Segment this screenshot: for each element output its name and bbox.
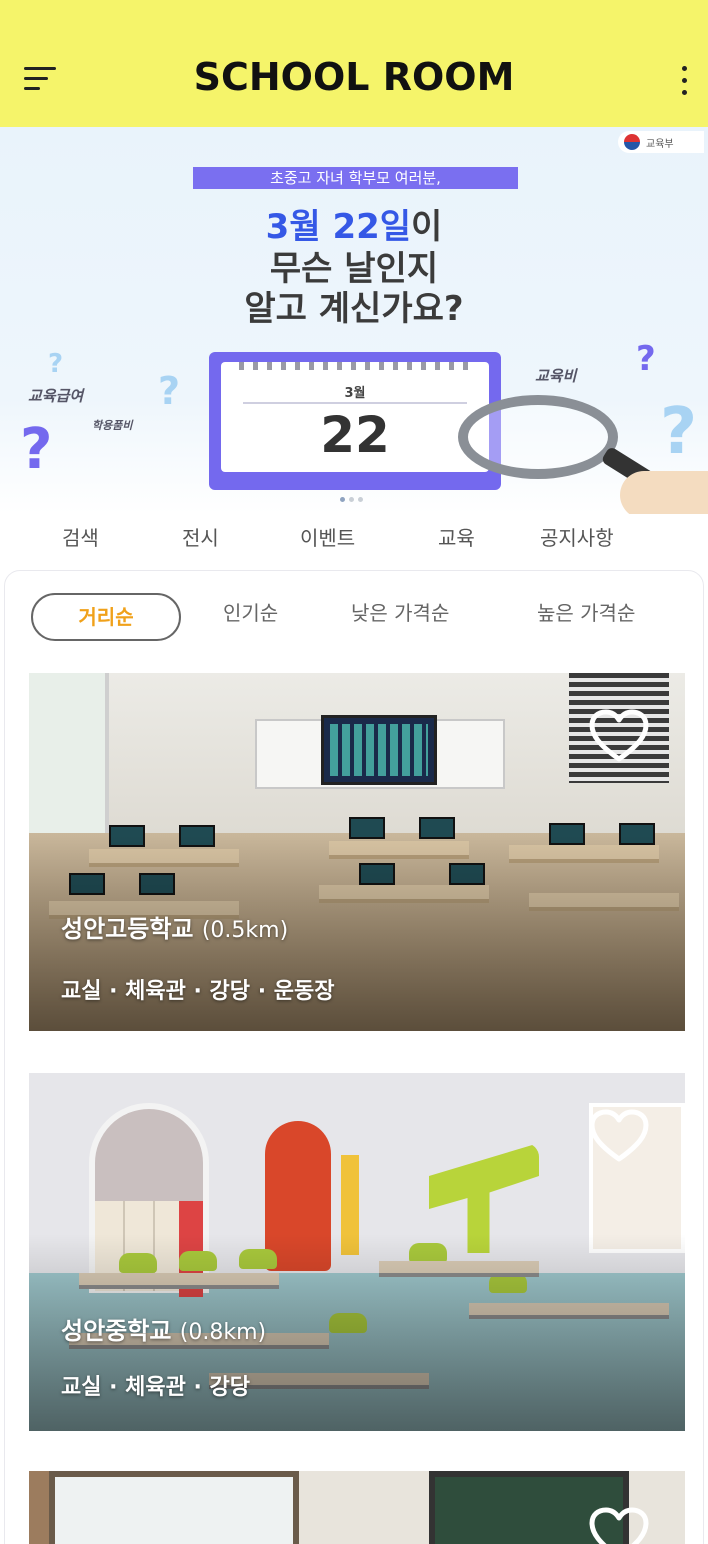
category-nav: 검색 전시 이벤트 교육 공지사항 [0,514,708,566]
school-name-text: 성안고등학교 [61,915,194,943]
school-distance: (0.8km) [179,1320,267,1345]
app-title: SCHOOL ROOM [193,55,515,99]
banner-pill: 초중고 자녀 학부모 여러분, [193,167,518,189]
question-mark-icon: ? [48,349,64,379]
ministry-logo: 교육부 [618,131,704,153]
school-photo [29,1471,685,1544]
hand-illustration [620,471,708,514]
question-mark-icon: ? [158,369,181,413]
calendar-month: 3월 [344,386,366,401]
school-facilities: 교실 · 체육관 · 강당 [61,1375,251,1400]
category-search[interactable]: 검색 [62,522,99,551]
calendar-day: 22 [320,406,390,464]
sort-price-low[interactable]: 낮은 가격순 [351,597,449,626]
carousel-dot[interactable] [358,497,363,502]
heart-outline-icon[interactable] [589,709,649,763]
carousel-indicator[interactable] [340,497,363,502]
calendar-illustration: 3월 22 [209,352,501,490]
category-exhibition[interactable]: 전시 [182,522,219,551]
school-name: 성안중학교 (0.8km) [61,1311,266,1346]
heart-outline-icon[interactable] [589,1507,649,1544]
ministry-logo-text: 교육부 [646,138,674,150]
banner-headline-3: 알고 계신가요? [244,289,464,329]
category-education[interactable]: 교육 [438,522,475,551]
banner-tag-supplies: 학용품비 [92,419,133,432]
carousel-dot[interactable] [340,497,345,502]
sort-popularity[interactable]: 인기순 [223,597,278,626]
magnifier-icon [458,395,618,479]
sort-bar: 거리순 인기순 낮은 가격순 높은 가격순 [5,571,705,661]
more-vertical-icon[interactable] [676,62,692,100]
sort-price-high[interactable]: 높은 가격순 [537,597,635,626]
school-facilities: 교실 · 체육관 · 강당 · 운동장 [61,979,335,1004]
app-header: SCHOOL ROOM [0,0,708,127]
school-card[interactable]: 성안고등학교 (0.5km) 교실 · 체육관 · 강당 · 운동장 [29,673,685,1031]
school-card[interactable] [29,1471,685,1544]
heart-outline-icon[interactable] [589,1109,649,1163]
question-mark-icon: ? [20,417,53,482]
school-name: 성안고등학교 (0.5km) [61,909,288,944]
school-list-panel: 거리순 인기순 낮은 가격순 높은 가격순 성안고등학교 (0.5km) 교실 … [4,570,704,1544]
taegeuk-icon [624,134,640,150]
banner-tag-education-benefit: 교육급여 [28,387,84,405]
category-notice[interactable]: 공지사항 [540,522,614,551]
question-mark-icon: ? [660,395,698,469]
question-mark-icon: ? [636,339,656,379]
sort-distance[interactable]: 거리순 [31,593,181,641]
school-name-text: 성안중학교 [61,1317,172,1345]
category-event[interactable]: 이벤트 [300,522,355,551]
carousel-dot[interactable] [349,497,354,502]
banner-tag-education-cost: 교육비 [535,367,577,385]
school-distance: (0.5km) [201,918,289,943]
promo-banner[interactable]: 교육부 초중고 자녀 학부모 여러분, 3월 22일이 무슨 날인지 알고 계신… [0,127,708,514]
school-card[interactable]: 성안중학교 (0.8km) 교실 · 체육관 · 강당 [29,1073,685,1431]
